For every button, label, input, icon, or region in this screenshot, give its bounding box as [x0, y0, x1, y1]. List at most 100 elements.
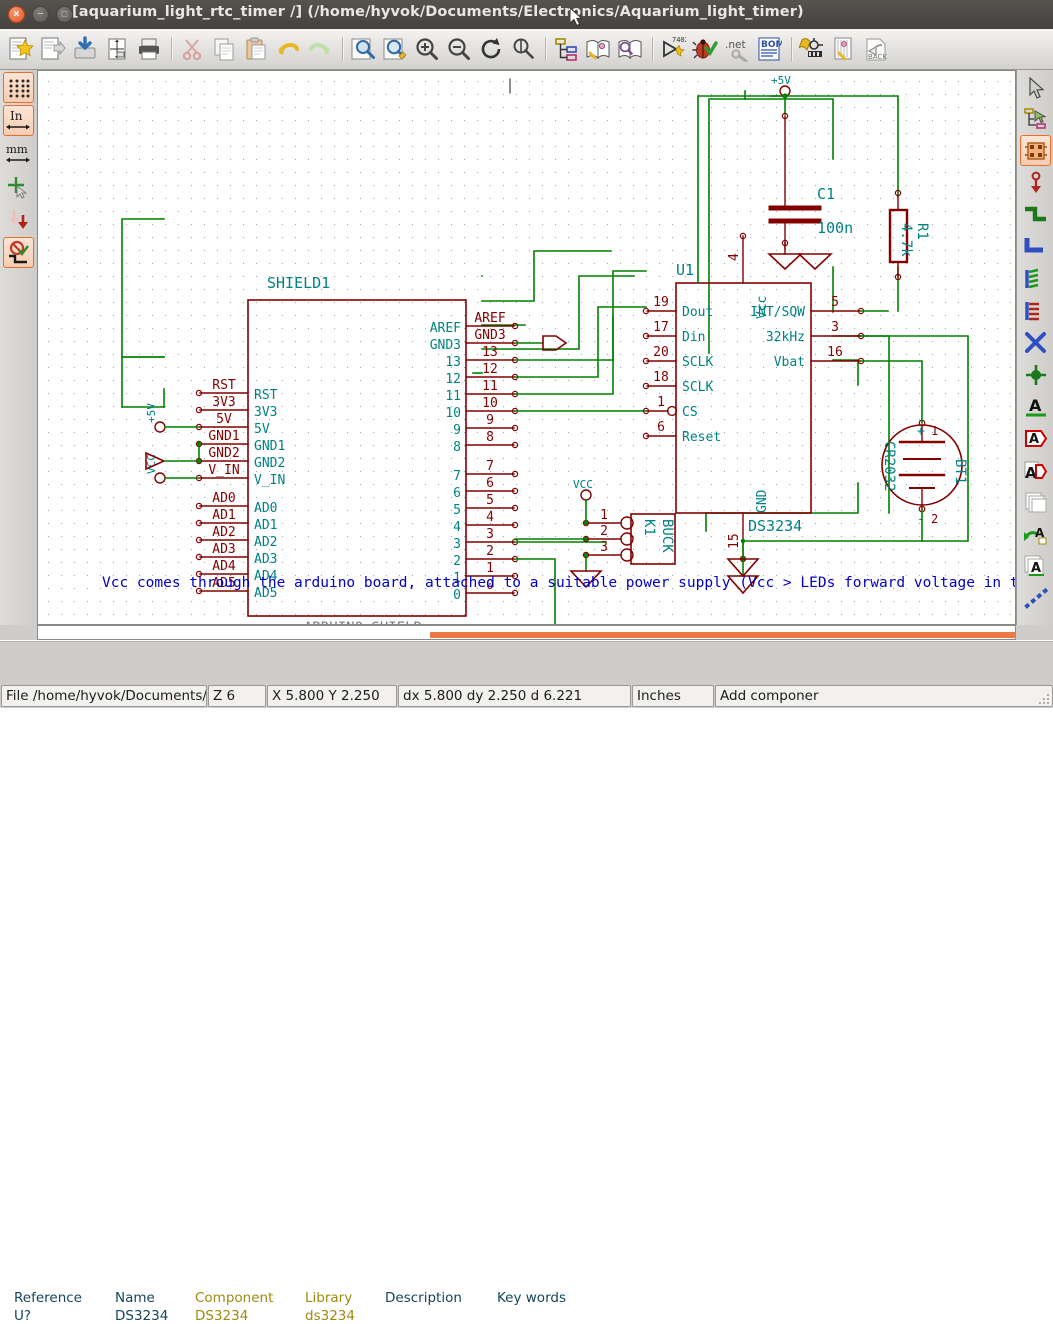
resize-grip-icon[interactable]	[1037, 692, 1051, 706]
horizontal-scrollbar-thumb[interactable]	[430, 632, 1053, 638]
place-bus-to-bus-button[interactable]	[1020, 295, 1051, 326]
paste-button[interactable]	[241, 34, 271, 64]
place-wire-to-bus-button[interactable]	[1020, 263, 1051, 294]
redraw-view-button[interactable]	[348, 34, 378, 64]
save-schematic-button[interactable]	[70, 34, 100, 64]
svg-text:AD3: AD3	[254, 552, 277, 567]
info-value-component: DS3234	[195, 1308, 249, 1324]
close-icon[interactable]: ×	[8, 6, 25, 23]
assign-footprints-button[interactable]	[797, 34, 827, 64]
import-sheet-pin-button[interactable]: A	[1020, 519, 1051, 550]
junction	[196, 441, 202, 447]
place-sheet-button[interactable]	[1020, 487, 1051, 518]
pcbnew-button[interactable]	[829, 34, 859, 64]
place-net-label-button[interactable]: A	[1020, 391, 1051, 422]
svg-text:6: 6	[486, 476, 494, 491]
info-header-keywords: Key words	[497, 1290, 566, 1306]
open-schematic-button[interactable]	[38, 34, 68, 64]
redo-button[interactable]	[305, 34, 335, 64]
svg-text:AREF: AREF	[430, 321, 461, 336]
r1-reference: R1	[914, 223, 930, 240]
window-title: [aquarium_light_rtc_timer /] (/home/hyvo…	[72, 4, 804, 20]
svg-text:3: 3	[600, 540, 608, 555]
bt1-pin1-number: 1	[931, 424, 938, 438]
page-settings-button[interactable]	[102, 34, 132, 64]
svg-text:Dout: Dout	[682, 305, 713, 320]
svg-text:AD2: AD2	[254, 535, 277, 550]
svg-text:AD2: AD2	[212, 525, 235, 540]
cut-button[interactable]	[177, 34, 207, 64]
place-sheet-pin-button[interactable]: A	[1020, 551, 1051, 582]
info-header-library: Library	[305, 1290, 353, 1306]
zoom-out-button[interactable]	[444, 34, 474, 64]
place-wire-button[interactable]	[1020, 199, 1051, 230]
toggle-grid-button[interactable]	[3, 72, 34, 103]
junction	[583, 536, 589, 542]
r1-resistor: 4.7k R1	[888, 189, 930, 281]
svg-text:11: 11	[445, 389, 461, 404]
u1-vcc-pin-name: Vcc	[755, 296, 770, 319]
c1-value: 100n	[817, 219, 853, 237]
hierarchy-navigator-button[interactable]	[551, 34, 581, 64]
erc-button[interactable]	[690, 34, 720, 64]
svg-text:3: 3	[453, 537, 461, 552]
status-zoom: Z 6	[208, 685, 266, 707]
netlist-button[interactable]: .net	[722, 34, 752, 64]
scroll-corner-left	[0, 625, 37, 640]
back-annotate-button[interactable]: BACK	[861, 34, 891, 64]
c1-reference: C1	[817, 185, 835, 203]
bom-button[interactable]: BOM	[754, 34, 784, 64]
place-global-label-button[interactable]: A	[1020, 423, 1051, 454]
schematic-canvas[interactable]: SHIELD1 ARDUINO_SHIELD RST3V35V GND1GND2…	[37, 70, 1016, 625]
zoom-in-button[interactable]	[412, 34, 442, 64]
zoom-fit-button[interactable]	[508, 34, 538, 64]
new-schematic-button[interactable]	[6, 34, 36, 64]
units-mm-button[interactable]: mm	[3, 138, 34, 169]
svg-text:20: 20	[653, 345, 669, 360]
u1-left-pin-names: Dout Din SCLK SCLK CS Reset	[682, 305, 721, 445]
place-junction-button[interactable]	[1020, 359, 1051, 390]
svg-text:AREF: AREF	[474, 311, 505, 326]
refresh-button[interactable]	[476, 34, 506, 64]
main-toolbar: 7402 .net BOM BACK	[0, 29, 1053, 70]
library-browser-button[interactable]	[615, 34, 645, 64]
hidden-pins-button[interactable]	[3, 204, 34, 235]
place-no-connect-button[interactable]	[1020, 327, 1051, 358]
place-component-button[interactable]	[1020, 135, 1051, 166]
place-power-port-button[interactable]	[1020, 167, 1051, 198]
no-hv-wire-button[interactable]	[3, 237, 34, 268]
svg-text:1: 1	[486, 561, 494, 576]
annotate-button[interactable]: 7402	[658, 34, 688, 64]
svg-text:6: 6	[657, 420, 665, 435]
info-value-name: DS3234	[115, 1308, 169, 1324]
place-bus-button[interactable]	[1020, 231, 1051, 262]
cursor-shape-button[interactable]	[3, 171, 34, 202]
units-inches-button[interactable]: In	[3, 105, 34, 136]
gnd3-output-arrow	[542, 335, 568, 351]
minimize-icon[interactable]: −	[32, 6, 49, 23]
svg-text:4: 4	[453, 520, 461, 535]
maximize-icon[interactable]: □	[56, 6, 73, 23]
status-coords: X 5.800 Y 2.250	[267, 685, 397, 707]
select-tool-button[interactable]	[1020, 71, 1051, 102]
toolbar-separator	[171, 37, 172, 61]
junction	[583, 552, 589, 558]
svg-text:+5V: +5V	[771, 74, 791, 87]
undo-button[interactable]	[273, 34, 303, 64]
print-button[interactable]	[134, 34, 164, 64]
svg-text:19: 19	[653, 295, 669, 310]
k1-wires	[514, 499, 587, 572]
zoom-select-button[interactable]	[380, 34, 410, 64]
gnd-symbol-c1b	[766, 253, 804, 271]
place-graphic-line-button[interactable]	[1020, 583, 1051, 614]
hierarchy-push-button[interactable]	[1020, 103, 1051, 134]
copy-button[interactable]	[209, 34, 239, 64]
status-bar: File /home/hyvok/Documents/Electronics/A…	[0, 684, 1053, 708]
shield1-right-pin-numbers: AREFGND313 121110 987 654 3210	[474, 311, 505, 593]
shield1-left-pin-endpoints	[195, 389, 203, 595]
u1-value: DS3234	[748, 517, 802, 535]
place-hier-label-button[interactable]: A	[1020, 455, 1051, 486]
svg-text:11: 11	[482, 379, 498, 394]
library-editor-button[interactable]	[583, 34, 613, 64]
svg-text:AD0: AD0	[212, 491, 235, 506]
